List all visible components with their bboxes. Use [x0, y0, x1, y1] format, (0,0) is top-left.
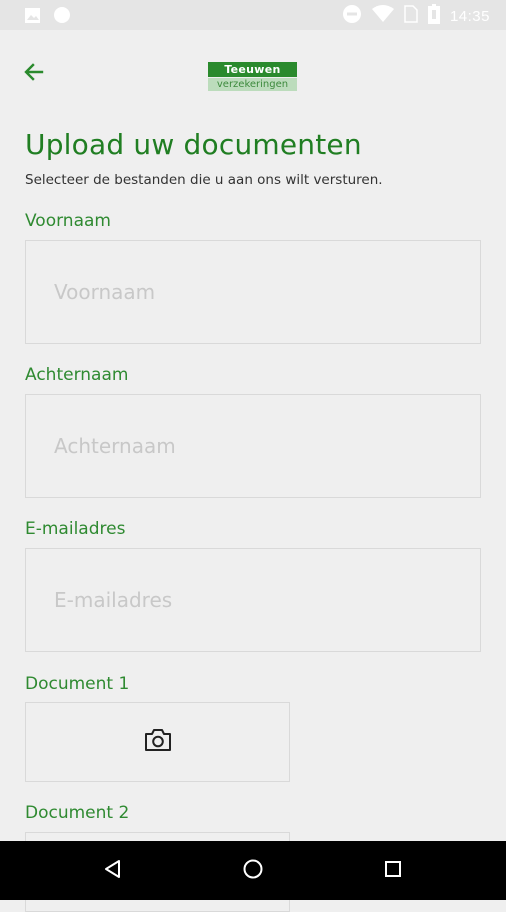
nav-recents-button[interactable] — [380, 858, 406, 884]
no-sim-icon — [404, 5, 418, 27]
status-bar-right: 14:35 — [342, 4, 490, 28]
last-name-input[interactable] — [25, 394, 481, 498]
logo-tagline: verzekeringen — [208, 78, 297, 91]
status-time: 14:35 — [449, 7, 490, 25]
document-1-label: Document 1 — [25, 674, 130, 694]
wifi-icon — [371, 5, 394, 27]
battery-icon — [427, 4, 440, 28]
camera-icon — [143, 727, 173, 757]
home-circle-icon — [242, 858, 264, 884]
page-title: Upload uw documenten — [25, 128, 362, 161]
image-icon — [24, 7, 41, 28]
email-label: E-mailadres — [25, 519, 126, 539]
back-button[interactable] — [18, 58, 50, 90]
minus-circle-icon — [342, 4, 362, 28]
first-name-label: Voornaam — [25, 211, 111, 231]
first-name-input[interactable] — [25, 240, 481, 344]
nav-home-button[interactable] — [240, 858, 266, 884]
navigation-bar — [0, 841, 506, 900]
page-subtitle: Selecteer de bestanden die u aan ons wil… — [25, 172, 383, 188]
app-header: Teeuwen verzekeringen — [0, 30, 506, 120]
document-1-upload[interactable] — [25, 702, 290, 782]
back-triangle-icon — [103, 859, 123, 883]
email-input[interactable] — [25, 548, 481, 652]
nav-back-button[interactable] — [100, 858, 126, 884]
status-bar-left — [24, 6, 71, 28]
last-name-label: Achternaam — [25, 365, 129, 385]
company-logo: Teeuwen verzekeringen — [208, 62, 297, 92]
document-2-label: Document 2 — [25, 803, 130, 823]
arrow-left-icon — [22, 60, 46, 88]
recents-square-icon — [383, 859, 403, 883]
logo-name: Teeuwen — [208, 62, 297, 77]
status-bar: 14:35 — [0, 0, 506, 30]
circle-icon — [53, 6, 71, 28]
